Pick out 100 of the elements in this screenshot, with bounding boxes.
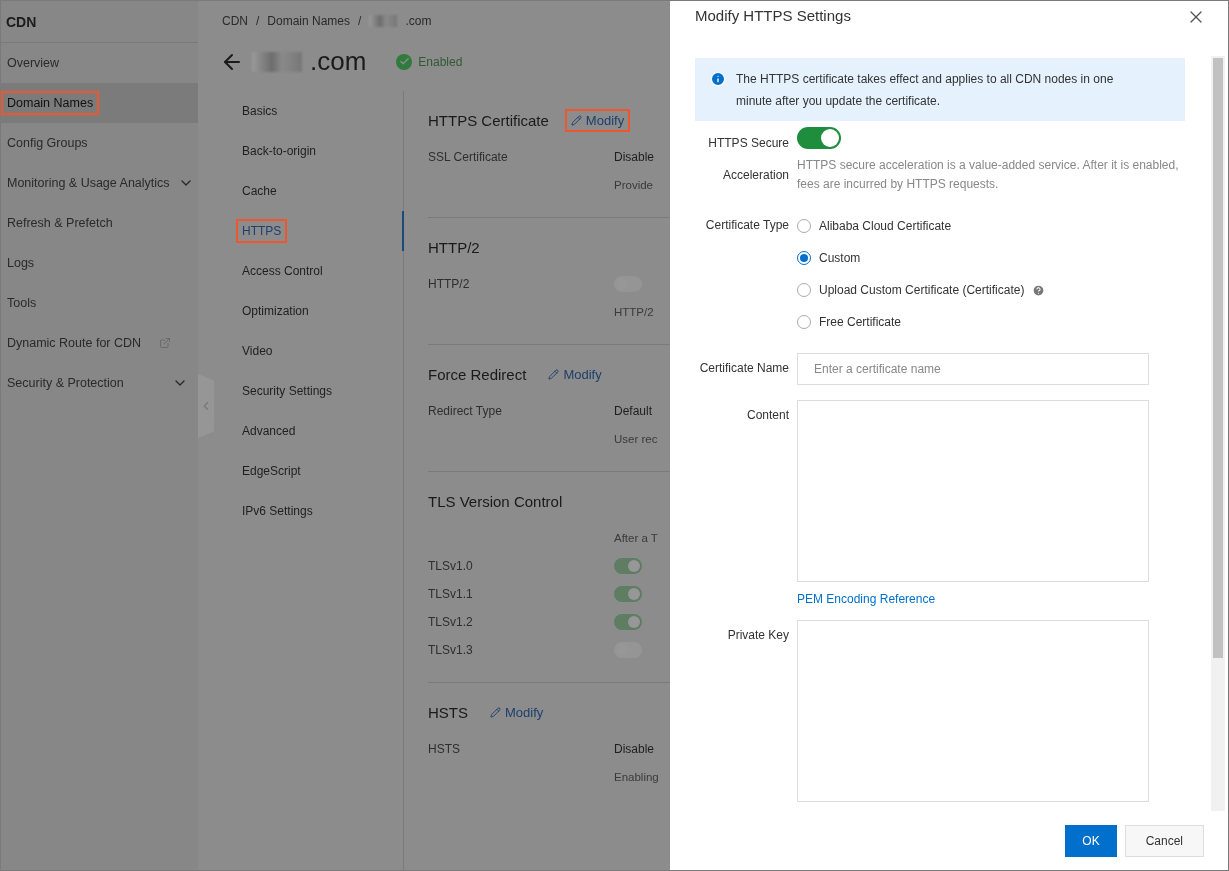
setting-value: Default <box>614 404 654 418</box>
setting-value: Disable <box>614 150 656 164</box>
info-text: The HTTPS certificate takes effect and applies to all CDN nodes in one minute after you update the certificate. <box>736 71 1115 110</box>
redacted-text-icon <box>369 15 398 27</box>
sidebar-item-label: Refresh & Prefetch <box>7 216 113 230</box>
content-field[interactable] <box>797 400 1149 582</box>
subnav-label: Back-to-origin <box>242 144 317 158</box>
field-label: Certificate Type <box>704 217 789 234</box>
subnav-label: Advanced <box>242 424 296 438</box>
cancel-button[interactable]: Cancel <box>1124 824 1204 857</box>
subnav-label: Access Control <box>242 264 323 278</box>
subnav-label: Basics <box>242 104 278 118</box>
setting-label: TLSv1.2 <box>428 615 474 629</box>
subnav-label: Optimization <box>242 304 309 318</box>
setting-label: TLSv1.3 <box>428 643 474 657</box>
section-title: HTTPS Certificate <box>428 111 549 129</box>
radio-option[interactable]: Free Certificate <box>797 306 1185 338</box>
pencil-icon <box>570 114 582 126</box>
sidebar-item[interactable]: Domain Names <box>1 83 198 123</box>
setting-label: SSL Certificate <box>428 150 509 164</box>
subnav-label: Security Settings <box>242 384 333 398</box>
external-link-icon <box>159 337 172 349</box>
toggle-switch[interactable] <box>614 613 642 630</box>
help-icon[interactable] <box>1032 283 1046 297</box>
sidebar-item-label: Dynamic Route for CDN <box>7 336 142 350</box>
subnav-label: EdgeScript <box>242 464 301 478</box>
subnav-item[interactable]: IPv6 Settings <box>236 491 403 531</box>
subnav-label: IPv6 Settings <box>242 504 313 518</box>
setting-label: HTTP/2 <box>428 277 471 291</box>
setting-note: Provide <box>614 179 654 191</box>
breadcrumb-link[interactable]: Domain Names <box>267 14 351 28</box>
breadcrumb-link[interactable]: .com <box>405 14 432 28</box>
breadcrumb-separator: / <box>358 14 362 28</box>
setting-label: TLSv1.0 <box>428 559 474 573</box>
setting-note: Enabling <box>614 771 660 783</box>
breadcrumb-link[interactable]: CDN <box>222 14 248 28</box>
modify-link[interactable]: Modify <box>486 702 548 722</box>
setting-note: HTTP/2 <box>614 306 655 318</box>
radio-label: Upload Custom Certificate (Certificate) <box>819 283 1025 297</box>
subnav-item[interactable]: Security Settings <box>236 371 403 411</box>
setting-note: User rec <box>614 433 659 445</box>
toggle-switch[interactable] <box>797 127 841 149</box>
sidebar-item[interactable]: Dynamic Route for CDN <box>1 323 198 363</box>
certificate-name-field[interactable]: Enter a certificate name <box>797 353 1149 385</box>
sidebar-item[interactable]: Tools <box>1 283 198 323</box>
subnav-label: Video <box>242 344 273 358</box>
column-note: After a T <box>614 532 659 544</box>
radio-option[interactable]: Alibaba Cloud Certificate <box>797 210 1185 242</box>
subnav-item[interactable]: Back-to-origin <box>236 131 403 171</box>
sidebar-item[interactable]: Security & Protection <box>1 363 198 403</box>
drawer-title: Modify HTTPS Settings <box>695 7 851 24</box>
sidebar-item-label: Domain Names <box>7 96 94 110</box>
modify-link[interactable]: Modify <box>544 364 606 384</box>
sidebar-item[interactable]: Config Groups <box>1 123 198 163</box>
field-label: HTTPS Secure Acceleration <box>707 135 789 184</box>
check-circle-icon <box>396 53 413 70</box>
subnav-item[interactable]: HTTPS <box>236 211 403 251</box>
section-title: HTTP/2 <box>428 238 480 256</box>
modify-link[interactable]: Modify <box>566 110 629 130</box>
toggle-switch[interactable] <box>614 557 642 574</box>
pem-reference-link[interactable]: PEM Encoding Reference <box>797 592 936 606</box>
info-icon <box>710 71 726 87</box>
radio-label: Alibaba Cloud Certificate <box>819 219 952 233</box>
sidebar-item[interactable]: Monitoring & Usage Analytics <box>1 163 198 203</box>
subnav-item[interactable]: Basics <box>236 91 403 131</box>
subnav-item[interactable]: EdgeScript <box>236 451 403 491</box>
sidebar-item-label: Monitoring & Usage Analytics <box>7 176 170 190</box>
radio-label: Free Certificate <box>819 315 902 329</box>
status-text: Enabled <box>418 54 463 69</box>
section-title: HSTS <box>428 703 468 721</box>
active-indicator <box>402 211 404 251</box>
field-label: Content <box>745 407 789 424</box>
sidebar-item-label: Logs <box>7 256 35 270</box>
subnav-item[interactable]: Cache <box>236 171 403 211</box>
pencil-icon <box>548 368 560 380</box>
domain-title: .com <box>310 46 367 77</box>
ok-button[interactable]: OK <box>1065 824 1117 857</box>
subnav-item[interactable]: Advanced <box>236 411 403 451</box>
setting-value: Disable <box>614 742 656 756</box>
radio-option[interactable]: Custom <box>797 242 1185 274</box>
private-key-field[interactable] <box>797 620 1149 802</box>
sidebar-item-label: Config Groups <box>7 136 88 150</box>
subnav-item[interactable]: Video <box>236 331 403 371</box>
breadcrumb-separator: / <box>256 14 260 28</box>
setting-label: HSTS <box>428 742 461 756</box>
toggle-switch[interactable] <box>614 585 642 602</box>
subnav-item[interactable]: Access Control <box>236 251 403 291</box>
subnav-item[interactable]: Optimization <box>236 291 403 331</box>
sidebar-item[interactable]: Logs <box>1 243 198 283</box>
pencil-icon <box>490 706 501 718</box>
sidebar-item[interactable]: Refresh & Prefetch <box>1 203 198 243</box>
scrollbar[interactable] <box>1211 56 1225 811</box>
field-label: Private Key <box>726 627 789 644</box>
subnav-label: HTTPS <box>242 224 282 238</box>
sidebar-item-label: Tools <box>7 296 37 310</box>
sidebar-item[interactable]: Overview <box>1 43 198 83</box>
field-label: Certificate Name <box>698 360 789 377</box>
collapse-handle[interactable] <box>198 374 214 438</box>
section-title: Force Redirect <box>428 365 527 383</box>
radio-option[interactable]: Upload Custom Certificate (Certificate) <box>797 274 1185 306</box>
